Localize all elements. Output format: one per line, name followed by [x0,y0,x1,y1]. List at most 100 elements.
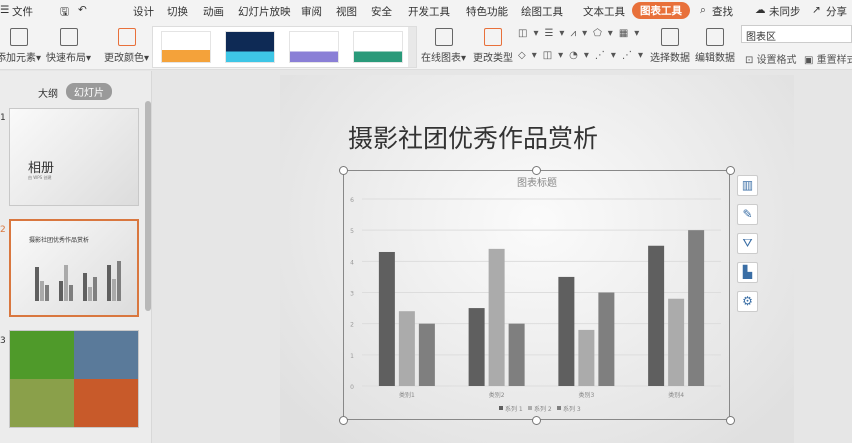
share-button[interactable]: 分享 [826,4,847,19]
resize-handle[interactable] [339,166,348,175]
tab-special[interactable]: 特色功能 [466,4,508,19]
bar-2-2 [488,248,505,386]
search-icon[interactable]: ⌕ [700,4,706,17]
tab-view[interactable]: 视图 [336,4,357,19]
legend-swatch [528,406,532,410]
reset-style-button[interactable]: ▣ 重置样式 [804,51,852,66]
chart-style-2[interactable] [225,31,275,63]
tab-slideshow[interactable]: 幻灯片放映 [238,4,291,19]
bar-1-4 [648,245,665,386]
change-type-button[interactable]: 更改类型 [473,28,513,64]
slides-tab[interactable]: 幻灯片 [66,83,112,100]
settings-gear-icon[interactable]: ⚙ [737,291,758,312]
bar-2-4 [668,298,685,386]
select-data-button[interactable]: 选择数据 [650,28,690,64]
chart-elements-icon[interactable]: ▥ [737,175,758,196]
slide-number: 2 [0,225,6,235]
edit-data-label: 编辑数据 [695,53,735,64]
panel-scrollbar[interactable] [145,101,151,311]
add-element-button[interactable]: 添加元素▾ [0,28,41,64]
undo-icon[interactable]: ↶ [78,4,87,16]
slide-title[interactable]: 摄影社团优秀作品赏析 [348,119,598,155]
resize-handle[interactable] [726,416,735,425]
hamburger-icon[interactable]: ☰ [0,4,9,16]
resize-handle[interactable] [726,166,735,175]
x-tick-label: 类别2 [489,391,505,399]
sync-button[interactable]: 未同步 [769,4,801,19]
tab-animation[interactable]: 动画 [203,4,224,19]
x-tick-label: 类别1 [399,391,415,399]
set-format-label: 设置格式 [756,55,797,66]
bar-1-1 [378,251,395,386]
x-tick-label: 类别3 [578,391,594,399]
edit-data-button[interactable]: 编辑数据 [695,28,735,64]
slide-thumbnail-3[interactable] [9,330,139,428]
add-element-label: 添加元素 [0,53,36,64]
search-button[interactable]: 查找 [712,4,733,19]
save-icon[interactable]: 🖫 [60,4,69,22]
y-tick-label: 5 [350,228,354,235]
chart-title: 图表标题 [517,176,557,189]
quick-layout-button[interactable]: 快速布局▾ [46,28,91,64]
bar-3-4 [688,230,705,386]
tab-developer[interactable]: 开发工具 [408,4,450,19]
chart-style-4[interactable] [353,31,403,63]
online-chart-button[interactable]: 在线图表▾ [421,28,466,64]
outline-tab[interactable]: 大纲 [38,85,58,100]
thumb-title: 相册 [28,161,55,176]
change-type-icon [484,28,502,46]
change-type-label: 更改类型 [473,53,513,64]
quick-layout-label: 快速布局 [46,53,86,64]
resize-handle[interactable] [532,166,541,175]
chart-style-3[interactable] [289,31,339,63]
set-format-button[interactable]: ⊡ 设置格式 [745,51,797,66]
bar-2-1 [398,311,415,386]
gallery-scroll[interactable] [408,27,416,67]
share-icon: ↗ [812,4,821,16]
thumb-chart [35,261,121,301]
select-data-icon [661,28,679,46]
chart-subtype-row-2[interactable]: ◇▾◫▾◔▾⋰▾⋰▾ [518,50,649,61]
tab-drawing-tools[interactable]: 绘图工具 [521,4,563,19]
y-tick-label: 1 [350,353,354,360]
cloud-icon: ☁ [755,4,766,16]
chart-style-gallery [152,26,417,68]
chart-element-select[interactable]: 图表区 [741,25,852,43]
menu-bar: ☰ 文件 🖫 ↶ 设计 切换 动画 幻灯片放映 审阅 视图 安全 开发工具 特色… [0,0,852,22]
tab-chart-tools[interactable]: 图表工具 [632,2,690,19]
legend-label: 系列 3 [563,405,581,413]
y-tick-label: 0 [350,384,354,391]
tab-security[interactable]: 安全 [371,4,392,19]
bar-2-3 [578,329,595,386]
bar-3-1 [418,323,435,386]
chart-svg: 图表标题 0 1 2 3 4 5 6 类别1 类别2 类别3 类别4 系列 1 系列 2 系列 3 [350,176,721,413]
reset-style-label: 重置样式 [816,55,852,66]
change-color-label: 更改颜色 [104,53,144,64]
chart-style-1[interactable] [161,31,211,63]
slide-number: 3 [0,336,6,346]
online-chart-icon [434,28,453,46]
bar-3-2 [508,323,525,386]
change-color-button[interactable]: 更改颜色▾ [104,28,149,64]
chart-subtype-row-1[interactable]: ◫▾☰▾⩘▾⬠▾▦▾ [518,28,645,39]
y-tick-label: 4 [350,259,354,266]
chart-filter-icon[interactable]: ⛛ [737,233,758,254]
menu-file[interactable]: 文件 [12,4,33,19]
slide-thumbnail-2[interactable]: 摄影社团优秀作品赏析 [9,219,139,317]
chart[interactable]: 图表标题 0 1 2 3 4 5 6 类别1 类别2 类别3 类别4 系列 1 系列 2 系列 3 [343,170,730,420]
chart-style-brush-icon[interactable]: ✎ [737,204,758,225]
photo-collage [10,379,138,427]
tab-design[interactable]: 设计 [133,4,154,19]
resize-handle[interactable] [339,416,348,425]
slide-number: 1 [0,113,6,123]
bar-1-2 [468,308,485,386]
tab-text-tools[interactable]: 文本工具 [583,4,625,19]
slide-thumbnail-1[interactable]: 相册 由 WPS 创建 [9,108,139,206]
online-chart-icon[interactable]: ▙ [737,262,758,283]
tab-transition[interactable]: 切换 [167,4,188,19]
resize-handle[interactable] [532,416,541,425]
y-tick-label: 3 [350,291,354,298]
tab-review[interactable]: 审阅 [301,4,322,19]
x-tick-label: 类别4 [668,391,684,399]
bar-3-3 [598,292,615,386]
